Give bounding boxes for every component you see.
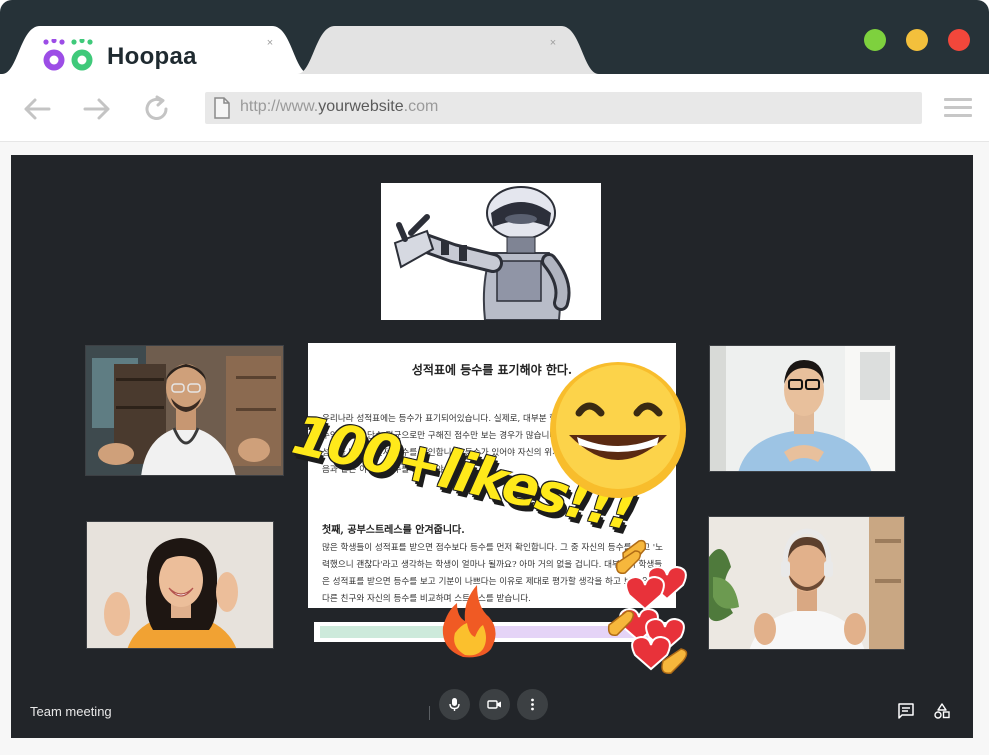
meeting-toolbar: Team meeting: [11, 686, 973, 738]
tab-new[interactable]: ×: [297, 26, 599, 74]
meeting-name: Team meeting: [30, 704, 112, 719]
participant-tile-robot[interactable]: [381, 183, 601, 320]
participant-tile-woman[interactable]: [86, 521, 274, 649]
url-prefix: http://www.: [240, 98, 319, 115]
browser-titlebar: Hoopaa × ×: [0, 0, 989, 74]
window-minimize-button[interactable]: [906, 29, 928, 51]
doctor-video: [86, 346, 283, 475]
page-icon: [214, 97, 230, 119]
window-close-button[interactable]: [948, 29, 970, 51]
woman-video: [87, 522, 273, 648]
progress-segment: [320, 626, 448, 638]
document-heading: 첫째, 공부스트레스를 안겨줍니다.: [322, 525, 465, 536]
document-paragraph: 많은 학생들이 성적표를 받으면 점수보다 등수를 먼저 확인합니다. 그 중 …: [322, 543, 669, 604]
tab-hoopaa[interactable]: Hoopaa ×: [2, 26, 310, 74]
more-vertical-icon: [531, 698, 534, 711]
url-suffix: .com: [403, 98, 439, 115]
browser-navbar: http://www.yourwebsite.com: [0, 74, 989, 142]
camera-button[interactable]: [479, 689, 510, 720]
meeting-stage: 성적표에 등수를 표기해야 한다. 우리나라 성적표에는 등수가 표기되어있습니…: [11, 155, 973, 738]
url-domain: yourwebsite: [318, 98, 404, 115]
progress-segment: [448, 626, 662, 638]
document-title: 성적표에 등수를 표기해야 한다.: [411, 363, 573, 377]
window-maximize-button[interactable]: [864, 29, 886, 51]
hoopaa-logo-icon: [43, 39, 93, 71]
man-glasses-video: [710, 346, 895, 471]
address-url[interactable]: http://www.yourwebsite.com: [240, 98, 438, 116]
address-bar[interactable]: http://www.yourwebsite.com: [205, 92, 922, 124]
robot-image: [381, 183, 601, 320]
chat-icon[interactable]: [897, 702, 915, 720]
tab-close-icon[interactable]: ×: [546, 36, 560, 50]
activities-icon[interactable]: [933, 702, 951, 720]
participant-tile-doctor[interactable]: [85, 345, 284, 476]
back-arrow-icon[interactable]: [22, 94, 52, 124]
toolbar-divider: [429, 706, 430, 720]
tab-close-icon[interactable]: ×: [263, 36, 277, 50]
forward-arrow-icon[interactable]: [82, 94, 112, 124]
man-headphones-video: [709, 517, 904, 649]
more-options-button[interactable]: [517, 689, 548, 720]
participant-tile-man-headphones[interactable]: [708, 516, 905, 650]
camera-icon: [487, 700, 501, 709]
participant-tile-man-glasses[interactable]: [709, 345, 896, 472]
reaction-progress-bar: [314, 622, 671, 642]
menu-icon[interactable]: [944, 98, 972, 118]
tab-title: Hoopaa: [107, 43, 197, 70]
microphone-icon: [449, 698, 460, 711]
reload-icon[interactable]: [142, 94, 172, 124]
microphone-button[interactable]: [439, 689, 470, 720]
